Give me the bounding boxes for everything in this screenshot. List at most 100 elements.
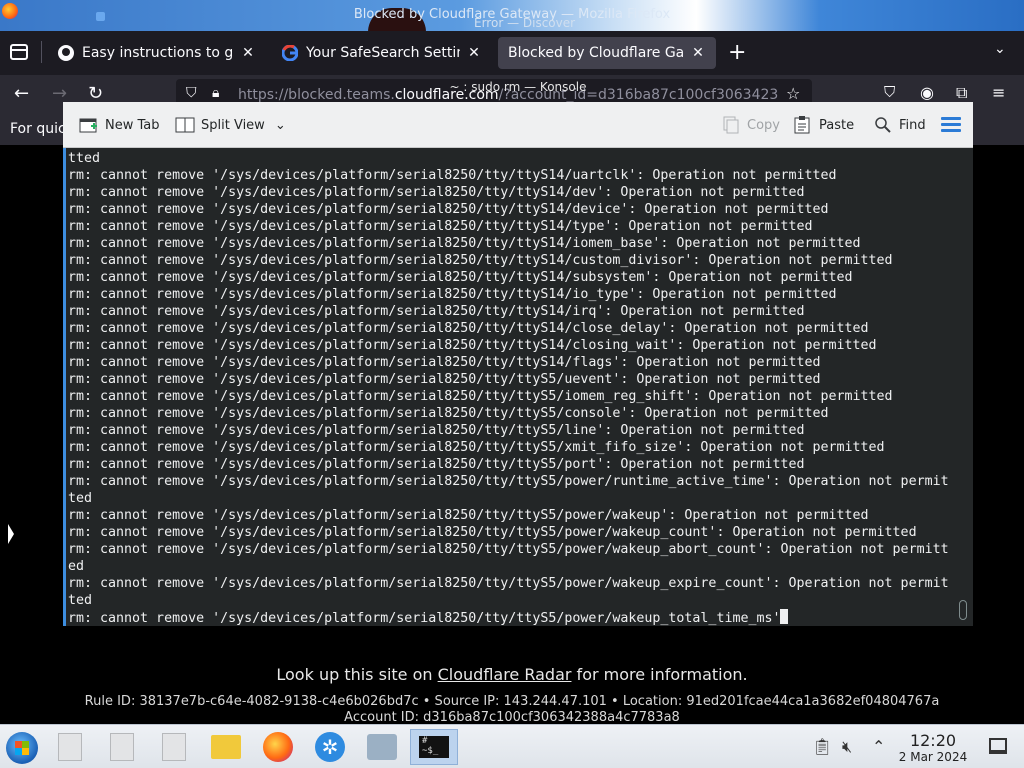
konsole-toolbar: New Tab Split View ⌄ Copy Paste Find bbox=[63, 102, 973, 148]
copy-button: Copy bbox=[721, 116, 780, 134]
find-button[interactable]: Find bbox=[873, 116, 926, 134]
cloudflare-radar-link[interactable]: Cloudflare Radar bbox=[438, 665, 572, 684]
chevron-down-icon[interactable]: ⌄ bbox=[994, 41, 1006, 57]
rule-info-line: Rule ID: 38137e7b-c64e-4082-9138-c4e6b02… bbox=[84, 694, 940, 709]
tab-github[interactable]: Easy instructions to get y ✕ bbox=[48, 37, 266, 69]
bookmarks-hint-text: For quic bbox=[10, 121, 66, 137]
terminal-line: rm: cannot remove '/sys/devices/platform… bbox=[68, 611, 781, 626]
clock-date: 2 Mar 2024 bbox=[898, 750, 968, 764]
tab-label: Your SafeSearch Setting bbox=[306, 45, 460, 61]
terminal-line: rm: cannot remove '/sys/devices/platform… bbox=[68, 355, 821, 370]
close-tab-icon[interactable]: ✕ bbox=[240, 45, 256, 61]
tab-strip: Easy instructions to get y ✕ Your SafeSe… bbox=[0, 31, 1024, 75]
clock-time: 12:20 bbox=[909, 731, 957, 750]
show-desktop-icon[interactable] bbox=[989, 738, 1007, 754]
window-titlebar: Blocked by Cloudflare Gateway — Mozilla … bbox=[0, 0, 1024, 32]
terminal-line: rm: cannot remove '/sys/devices/platform… bbox=[68, 270, 853, 285]
new-tab-plus-icon[interactable]: + bbox=[728, 40, 746, 65]
terminal-line: rm: cannot remove '/sys/devices/platform… bbox=[68, 474, 949, 489]
google-icon bbox=[282, 45, 298, 61]
terminal-line: rm: cannot remove '/sys/devices/platform… bbox=[68, 236, 861, 251]
terminal-line: rm: cannot remove '/sys/devices/platform… bbox=[68, 253, 893, 268]
terminal-line: rm: cannot remove '/sys/devices/platform… bbox=[68, 202, 829, 217]
taskbar-system-tool[interactable] bbox=[362, 729, 402, 765]
taskbar-document-3[interactable] bbox=[154, 729, 194, 765]
terminal-line: rm: cannot remove '/sys/devices/platform… bbox=[68, 287, 837, 302]
terminal-line: rm: cannot remove '/sys/devices/platform… bbox=[68, 372, 821, 387]
krunner-icon: ✲ bbox=[315, 732, 345, 762]
taskbar-document-1[interactable] bbox=[50, 729, 90, 765]
document-icon bbox=[162, 733, 186, 761]
konsole-icon: # ~$_ bbox=[419, 736, 449, 758]
clipboard-icon[interactable]: 📋︎ bbox=[812, 737, 832, 756]
taskbar: ✲ # ~$_ 📋︎ 🔇︎ ⌃ 12:20 2 Mar 2024 bbox=[0, 724, 1024, 768]
tab-label: Blocked by Cloudflare Gatew bbox=[508, 45, 684, 61]
terminal-line: rm: cannot remove '/sys/devices/platform… bbox=[68, 525, 917, 540]
chevron-down-icon[interactable]: ⌄ bbox=[275, 118, 286, 133]
terminal-line: ed bbox=[68, 559, 85, 574]
konsole-title: ~ : sudo rm — Konsole bbox=[449, 80, 587, 94]
document-icon bbox=[58, 733, 82, 761]
terminal-text: tted rm: cannot remove '/sys/devices/pla… bbox=[68, 150, 949, 626]
taskbar-konsole[interactable]: # ~$_ bbox=[410, 729, 458, 765]
clock[interactable]: 12:20 2 Mar 2024 bbox=[898, 731, 968, 764]
search-icon bbox=[875, 117, 891, 133]
copy-icon bbox=[723, 116, 739, 134]
new-tab-button[interactable]: New Tab bbox=[79, 116, 160, 134]
terminal-line: rm: cannot remove '/sys/devices/platform… bbox=[68, 168, 837, 183]
terminal-output[interactable]: tted rm: cannot remove '/sys/devices/pla… bbox=[63, 148, 973, 626]
close-tab-icon[interactable]: ✕ bbox=[690, 45, 706, 61]
firefox-icon bbox=[263, 732, 293, 762]
paste-icon bbox=[794, 116, 810, 134]
terminal-line: ted bbox=[68, 593, 93, 608]
text-cursor bbox=[780, 609, 789, 624]
close-tab-icon[interactable]: ✕ bbox=[466, 45, 482, 61]
tab-blocked[interactable]: Blocked by Cloudflare Gatew ✕ bbox=[498, 37, 716, 69]
volume-muted-icon[interactable]: 🔇︎ bbox=[842, 737, 852, 757]
terminal-line: rm: cannot remove '/sys/devices/platform… bbox=[68, 423, 805, 438]
folder-icon bbox=[211, 735, 241, 759]
new-tab-label: New Tab bbox=[105, 117, 160, 133]
terminal-line: rm: cannot remove '/sys/devices/platform… bbox=[68, 219, 813, 234]
split-view-label: Split View bbox=[201, 117, 265, 133]
tab-separator bbox=[41, 41, 42, 63]
tab-safesearch[interactable]: Your SafeSearch Setting ✕ bbox=[272, 37, 492, 69]
background-window-title: Error — Discover bbox=[474, 16, 576, 30]
github-icon bbox=[58, 45, 74, 61]
terminal-line: rm: cannot remove '/sys/devices/platform… bbox=[68, 457, 805, 472]
taskbar-document-2[interactable] bbox=[102, 729, 142, 765]
terminal-line: ted bbox=[68, 491, 93, 506]
start-menu-icon[interactable] bbox=[6, 732, 38, 764]
back-arrow-icon[interactable]: ← bbox=[14, 83, 29, 104]
konsole-window: ~ : sudo rm — Konsole New Tab Split View… bbox=[63, 80, 973, 626]
terminal-line: rm: cannot remove '/sys/devices/platform… bbox=[68, 508, 869, 523]
hamburger-menu-icon[interactable] bbox=[941, 117, 961, 133]
split-view-button[interactable]: Split View ⌄ bbox=[175, 116, 286, 134]
taskbar-krunner[interactable]: ✲ bbox=[310, 729, 350, 765]
document-icon bbox=[110, 733, 134, 761]
menu-hamburger-icon[interactable]: ≡ bbox=[992, 83, 1005, 102]
firefox-view-icon[interactable] bbox=[10, 44, 28, 60]
paste-button[interactable]: Paste bbox=[793, 116, 854, 134]
tab-label: Easy instructions to get y bbox=[82, 45, 234, 61]
terminal-line: rm: cannot remove '/sys/devices/platform… bbox=[68, 576, 949, 591]
taskbar-firefox[interactable] bbox=[258, 729, 298, 765]
terminal-line: rm: cannot remove '/sys/devices/platform… bbox=[68, 406, 829, 421]
new-tab-icon bbox=[79, 118, 97, 133]
system-tool-icon bbox=[367, 734, 397, 760]
find-label: Find bbox=[899, 117, 926, 133]
mouse-pointer-icon bbox=[8, 524, 14, 544]
copy-label: Copy bbox=[747, 117, 780, 133]
paste-label: Paste bbox=[819, 117, 855, 133]
taskbar-file-manager[interactable] bbox=[206, 729, 246, 765]
radar-line: Look up this site on Cloudflare Radar fo… bbox=[276, 665, 748, 684]
terminal-scrollbar[interactable] bbox=[959, 600, 967, 620]
account-id-line: Account ID: d316ba87c100cf306342388a4c77… bbox=[344, 710, 680, 725]
chevron-up-icon[interactable]: ⌃ bbox=[872, 737, 885, 756]
terminal-line: rm: cannot remove '/sys/devices/platform… bbox=[68, 542, 949, 557]
terminal-line: rm: cannot remove '/sys/devices/platform… bbox=[68, 304, 805, 319]
terminal-line: rm: cannot remove '/sys/devices/platform… bbox=[68, 440, 885, 455]
terminal-line: tted bbox=[68, 151, 101, 166]
split-view-icon bbox=[175, 117, 195, 133]
terminal-line: rm: cannot remove '/sys/devices/platform… bbox=[68, 389, 893, 404]
